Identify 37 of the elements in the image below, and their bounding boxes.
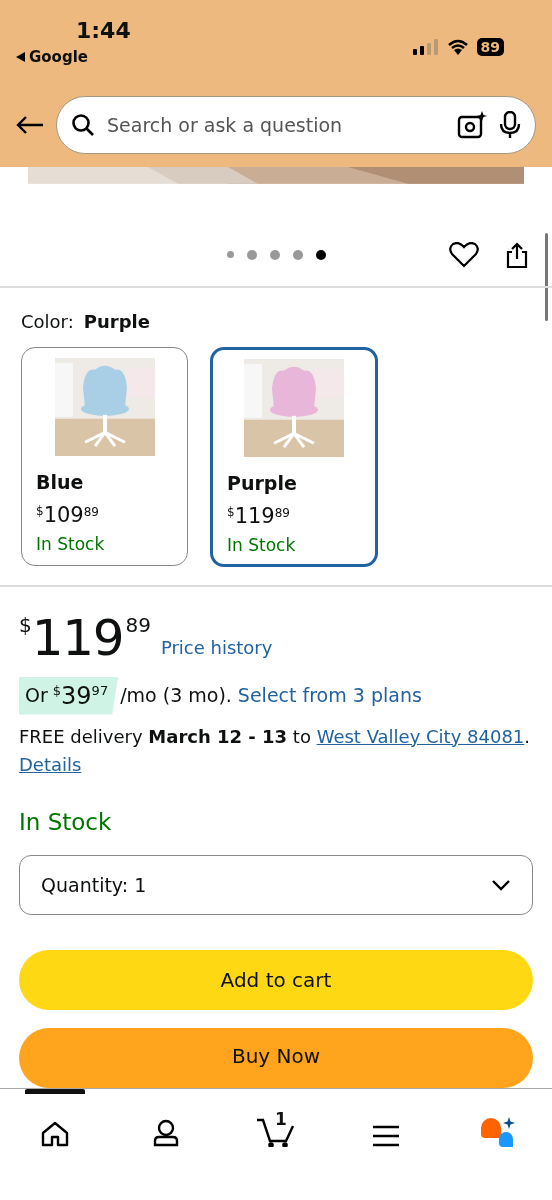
plans-link[interactable]: Select from 3 plans [237,681,422,710]
price-history-link[interactable]: Price history [160,633,273,661]
share-icon[interactable] [506,241,528,268]
wifi-icon [446,39,469,55]
option-stock: In Stock [227,534,297,557]
back-triangle-icon[interactable] [16,52,25,63]
search-bar[interactable]: Search or ask a question [56,96,536,154]
menu-icon[interactable] [372,1125,401,1147]
battery-level: 89 [476,38,504,56]
add-to-cart-button[interactable]: Add to cart [19,950,533,1010]
chat-bubbles-icon[interactable] [478,1117,515,1147]
installment-term: /mo (3 mo). [120,683,232,709]
stock-status: In Stock [19,807,113,837]
account-icon[interactable] [152,1119,179,1147]
microphone-icon[interactable] [499,111,521,139]
selected-color: Purple [83,309,150,334]
delivery-info: FREE delivery March 12 - 13 to West Valley City 84081. Details [19,724,532,777]
heart-icon[interactable] [449,241,479,268]
signal-icon [412,39,439,55]
search-icon [71,113,95,137]
option-name: Blue [36,469,85,495]
color-label: Color: [21,309,74,334]
buy-now-button[interactable]: Buy Now [19,1028,533,1088]
option-stock: In Stock [36,533,106,556]
status-time: 1:44 [76,20,131,42]
installment-prefix: Or [25,683,48,709]
back-arrow-icon[interactable] [16,115,44,135]
location-link[interactable]: West Valley City 84081 [316,725,525,747]
search-input[interactable]: Search or ask a question [107,110,445,140]
home-icon[interactable] [41,1121,70,1147]
option-name: Purple [227,470,298,496]
back-to-app-link[interactable]: Google [29,46,88,69]
quantity-dropdown[interactable]: Quantity: 1 [19,855,533,915]
nav-tab[interactable]: 1 [245,1089,306,1151]
camera-icon[interactable] [457,111,487,139]
chevron-down-icon [491,879,511,891]
details-link[interactable]: Details [19,753,82,775]
